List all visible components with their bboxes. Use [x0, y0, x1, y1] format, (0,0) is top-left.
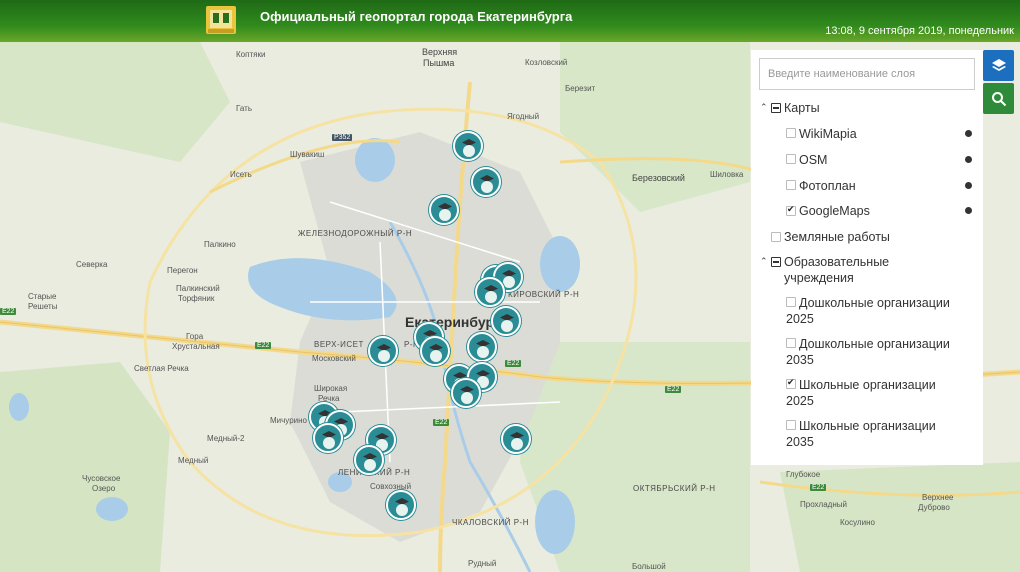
place-label: Мичурино: [270, 416, 307, 425]
road-sign-e22: Е22: [505, 360, 522, 367]
district-label: ЖЕЛЕЗНОДОРОЖНЫЙ Р-Н: [298, 229, 413, 238]
group-label-education[interactable]: учреждения: [784, 270, 854, 286]
place-label: Широкая: [314, 384, 348, 393]
layers-icon: [991, 58, 1006, 71]
layer-options-dot[interactable]: [965, 156, 972, 163]
layer-label-fotoplan[interactable]: Фотоплан: [799, 178, 856, 194]
layer-label-school-2025[interactable]: Школьные организации: [786, 377, 936, 393]
layer-label-preschool-2035[interactable]: 2035: [786, 352, 814, 368]
place-label: Косулино: [840, 518, 875, 527]
layer-label-googlemaps[interactable]: GoogleMaps: [799, 203, 870, 219]
place-label: Большой: [632, 562, 666, 571]
place-label: Ягодный: [507, 112, 540, 121]
header-bar: Официальный геопортал города Екатеринбур…: [0, 0, 1020, 42]
layer-label-wikimapia[interactable]: WikiMapia: [799, 126, 857, 142]
road-sign-e22: Е22: [810, 484, 827, 491]
place-label: Старые: [28, 292, 57, 301]
place-label: Шиловка: [710, 170, 744, 179]
layer-label-preschool-2035[interactable]: Дошкольные организации: [786, 336, 950, 352]
place-label: Дуброво: [918, 503, 950, 512]
place-label: Решеты: [28, 302, 58, 311]
search-button[interactable]: [983, 83, 1014, 114]
road-sign-e22: Е22: [0, 308, 17, 315]
school-marker-icon[interactable]: [453, 131, 483, 161]
layer-label-osm[interactable]: OSM: [799, 152, 827, 168]
school-marker-icon[interactable]: [475, 277, 505, 307]
group-checkbox-maps[interactable]: [771, 103, 781, 113]
school-marker-icon[interactable]: [368, 336, 398, 366]
place-label: Палкинский: [176, 284, 220, 293]
layer-options-dot[interactable]: [965, 130, 972, 137]
layer-options-dot[interactable]: [965, 207, 972, 214]
school-marker-icon[interactable]: [420, 336, 450, 366]
place-label: Глубокое: [786, 470, 821, 479]
layers-panel: ⌃ Карты WikiMapia OSM Фотоплан GoogleMap…: [751, 50, 983, 465]
layers-button[interactable]: [983, 50, 1014, 81]
district-label: КИРОВСКИЙ Р-Н: [508, 290, 580, 299]
road-sign-r352: Р352: [332, 134, 353, 141]
layer-checkbox-osm[interactable]: [786, 154, 796, 164]
school-marker-icon[interactable]: [491, 306, 521, 336]
town-label: Верхняя: [422, 47, 458, 57]
search-icon: [991, 91, 1006, 106]
school-marker-icon[interactable]: [386, 490, 416, 520]
place-label: Хрустальная: [172, 342, 220, 351]
place-label: Северка: [76, 260, 108, 269]
place-label: Палкино: [204, 240, 236, 249]
collapse-caret-icon[interactable]: ⌃: [760, 102, 768, 113]
layer-checkbox-fotoplan[interactable]: [786, 180, 796, 190]
road-sign-e22: Е22: [665, 386, 682, 393]
school-marker-icon[interactable]: [501, 424, 531, 454]
place-label: Прохладный: [800, 500, 847, 509]
place-label: Озеро: [92, 484, 116, 493]
town-label: Березовский: [632, 173, 685, 183]
group-checkbox-education[interactable]: [771, 257, 781, 267]
layer-label-school-2035[interactable]: Школьные организации: [786, 418, 936, 434]
district-label: ЧКАЛОВСКИЙ Р-Н: [452, 518, 529, 527]
school-marker-icon[interactable]: [313, 423, 343, 453]
datetime-label: 13:08, 9 сентября 2019, понедельник: [825, 25, 1014, 37]
town-label: Пышма: [423, 58, 455, 68]
place-label: Козловский: [525, 58, 568, 67]
school-marker-icon[interactable]: [471, 167, 501, 197]
place-label: Перегон: [167, 266, 198, 275]
layer-label-school-2025[interactable]: 2025: [786, 393, 814, 409]
layer-search-input[interactable]: [759, 58, 975, 90]
school-marker-icon[interactable]: [354, 445, 384, 475]
district-label: ВЕРХ-ИСЕТ: [314, 340, 364, 349]
place-label: Медный: [178, 456, 209, 465]
place-label: Коптяки: [236, 50, 266, 59]
group-label-earthworks[interactable]: Земляные работы: [784, 229, 890, 245]
road-sign-e22: Е22: [433, 419, 450, 426]
place-label: Чусовское: [82, 474, 121, 483]
city-crest-logo[interactable]: [202, 3, 240, 37]
place-label: Торфяник: [178, 294, 215, 303]
place-label: Гора: [186, 332, 204, 341]
place-label: Исеть: [230, 170, 252, 179]
group-checkbox-earthworks[interactable]: [771, 232, 781, 242]
school-marker-icon[interactable]: [429, 195, 459, 225]
portal-title[interactable]: Официальный геопортал города Екатеринбур…: [260, 9, 572, 24]
layer-label-school-2035[interactable]: 2035: [786, 434, 814, 450]
school-marker-icon[interactable]: [467, 332, 497, 362]
place-label: Рудный: [468, 559, 497, 568]
place-label: Светлая Речка: [134, 364, 189, 373]
district-label: ОКТЯБРЬСКИЙ Р-Н: [633, 484, 716, 493]
place-label: Гать: [236, 104, 252, 113]
layer-checkbox-googlemaps[interactable]: [786, 204, 796, 216]
group-label-maps[interactable]: Карты: [784, 100, 820, 116]
layer-checkbox-wikimapia[interactable]: [786, 128, 796, 138]
school-marker-icon[interactable]: [451, 378, 481, 408]
group-label-education[interactable]: Образовательные: [784, 254, 889, 270]
place-label: Верхнее: [922, 493, 954, 502]
place-label: Березит: [565, 84, 596, 93]
place-label: Московский: [312, 354, 356, 363]
layer-options-dot[interactable]: [965, 182, 972, 189]
collapse-caret-icon[interactable]: ⌃: [760, 256, 768, 267]
layer-label-preschool-2025[interactable]: 2025: [786, 311, 814, 327]
road-sign-e22: Е22: [255, 342, 272, 349]
place-label: Медный-2: [207, 434, 245, 443]
place-label: Шувакиш: [290, 150, 325, 159]
layer-label-preschool-2025[interactable]: Дошкольные организации: [786, 295, 950, 311]
